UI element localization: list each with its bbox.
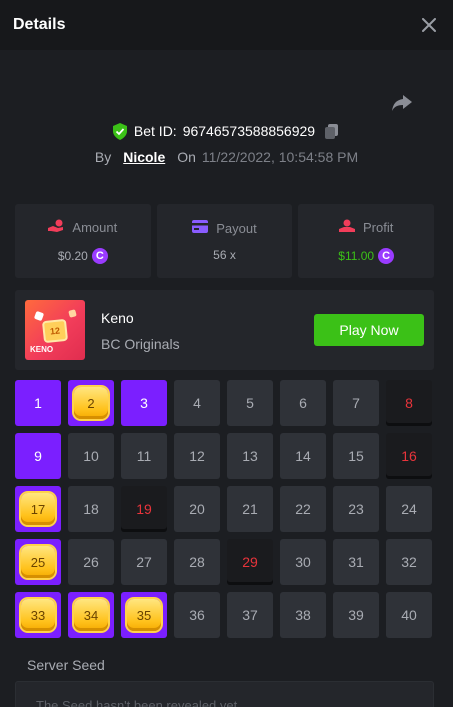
stat-payout-value: 56 x xyxy=(213,248,236,262)
keno-cell: 1 xyxy=(15,380,61,426)
stat-amount-value: $0.20 xyxy=(57,248,88,263)
keno-board: 1 2 3 4 5 6 7 8 9 10 11 12 13 14 15 16 17 18 19 20 21 22 23 24 2… xyxy=(15,380,434,638)
copy-icon[interactable] xyxy=(323,122,341,140)
keno-cell: 34 xyxy=(68,592,114,638)
keno-cell: 35 xyxy=(121,592,167,638)
bet-id-value: 96746573588856929 xyxy=(182,123,316,139)
stat-profit-label: Profit xyxy=(363,219,394,235)
keno-cell: 32 xyxy=(386,539,432,585)
stat-profit: Profit $11.00 C xyxy=(298,204,435,278)
keno-cell: 8 xyxy=(386,380,432,426)
stat-amount: Amount $0.20 C xyxy=(15,204,151,278)
keno-cell: 10 xyxy=(68,433,114,479)
keno-cell: 5 xyxy=(227,380,273,426)
keno-cell: 3 xyxy=(121,380,167,426)
stat-payout: Payout 56 x xyxy=(156,204,293,278)
keno-cell: 26 xyxy=(68,539,114,585)
keno-cell: 33 xyxy=(15,592,61,638)
game-thumbnail[interactable]: 12 KENO xyxy=(25,300,85,360)
hit-gem: 33 xyxy=(21,599,55,631)
game-name: Keno xyxy=(101,310,134,326)
close-icon[interactable] xyxy=(419,15,439,35)
bet-id-row: Bet ID: 96746573588856929 xyxy=(0,122,453,140)
coin-icon: C xyxy=(91,247,108,264)
keno-cell: 12 xyxy=(174,433,220,479)
keno-cell: 9 xyxy=(15,433,61,479)
keno-cell: 23 xyxy=(333,486,379,532)
keno-cell: 17 xyxy=(15,486,61,532)
details-header: Details xyxy=(0,0,453,50)
thumbnail-decoration xyxy=(33,310,45,322)
on-label: On xyxy=(177,149,196,165)
keno-cell: 38 xyxy=(280,592,326,638)
server-seed-field: The Seed hasn't been revealed yet xyxy=(15,681,434,707)
stat-profit-value: $11.00 xyxy=(338,248,375,263)
coin-icon: C xyxy=(378,247,395,264)
keno-cell: 11 xyxy=(121,433,167,479)
keno-cell: 25 xyxy=(15,539,61,585)
hit-gem: 17 xyxy=(21,493,55,525)
keno-cell: 37 xyxy=(227,592,273,638)
game-provider: BC Originals xyxy=(101,336,180,352)
bet-id-label: Bet ID: xyxy=(133,123,177,139)
keno-cell: 19 xyxy=(121,486,167,532)
profit-icon xyxy=(339,219,355,236)
keno-cell: 22 xyxy=(280,486,326,532)
keno-cell: 15 xyxy=(333,433,379,479)
keno-cell: 18 xyxy=(68,486,114,532)
hit-gem: 25 xyxy=(21,546,55,578)
bet-author-row: By Nicole On 11/22/2022, 10:54:58 PM xyxy=(0,149,453,165)
keno-cell: 14 xyxy=(280,433,326,479)
keno-cell: 24 xyxy=(386,486,432,532)
thumbnail-decoration xyxy=(68,309,77,318)
shield-check-icon xyxy=(112,122,128,140)
by-label: By xyxy=(94,149,112,165)
bet-stats: Amount $0.20 C Payout 56 x Profit $11.00… xyxy=(15,204,435,278)
keno-cell: 28 xyxy=(174,539,220,585)
hit-gem: 34 xyxy=(74,599,108,631)
keno-cell: 16 xyxy=(386,433,432,479)
keno-cell: 6 xyxy=(280,380,326,426)
game-card: 12 KENO Keno BC Originals Play Now xyxy=(15,290,434,370)
coins-hand-icon xyxy=(48,219,64,236)
share-icon[interactable] xyxy=(390,92,414,114)
keno-cell: 36 xyxy=(174,592,220,638)
keno-cell: 4 xyxy=(174,380,220,426)
keno-cell: 31 xyxy=(333,539,379,585)
hit-gem: 2 xyxy=(74,387,108,419)
thumbnail-tile: 12 xyxy=(41,318,69,344)
keno-cell: 29 xyxy=(227,539,273,585)
keno-cell: 21 xyxy=(227,486,273,532)
thumbnail-label: KENO xyxy=(30,345,54,354)
stat-payout-label: Payout xyxy=(216,220,257,236)
page-title: Details xyxy=(13,16,66,33)
keno-cell: 7 xyxy=(333,380,379,426)
card-icon xyxy=(192,220,209,236)
keno-cell: 2 xyxy=(68,380,114,426)
keno-cell: 40 xyxy=(386,592,432,638)
keno-cell: 30 xyxy=(280,539,326,585)
keno-cell: 39 xyxy=(333,592,379,638)
user-link[interactable]: Nicole xyxy=(123,149,165,165)
keno-cell: 20 xyxy=(174,486,220,532)
hit-gem: 35 xyxy=(127,599,161,631)
stat-amount-label: Amount xyxy=(72,219,118,235)
server-seed-label: Server Seed xyxy=(27,657,105,673)
keno-cell: 27 xyxy=(121,539,167,585)
bet-datetime: 11/22/2022, 10:54:58 PM xyxy=(201,149,359,165)
keno-cell: 13 xyxy=(227,433,273,479)
play-now-button[interactable]: Play Now xyxy=(314,314,424,346)
